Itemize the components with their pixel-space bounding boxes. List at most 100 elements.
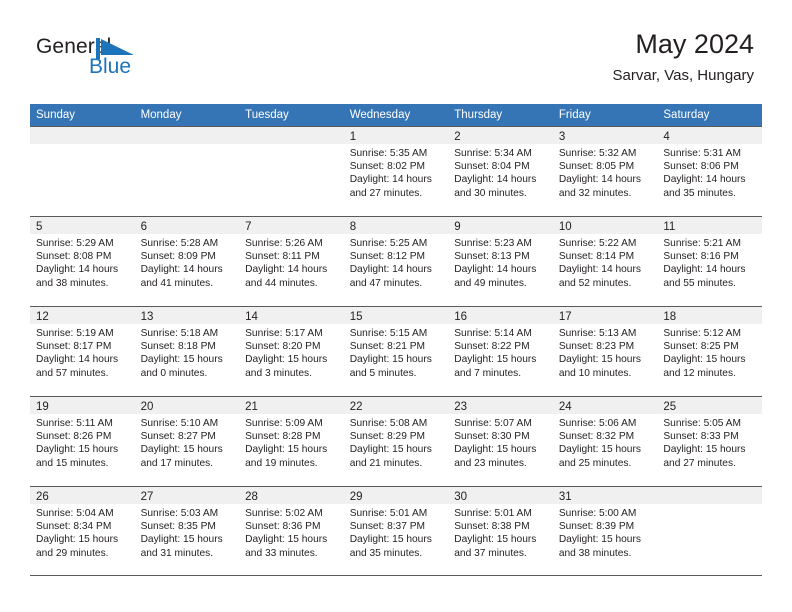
sunrise-text: Sunrise: 5:07 AM xyxy=(454,418,532,429)
day-number-band: 1 xyxy=(343,127,449,144)
day-info: Sunrise: 5:34 AM Sunset: 8:04 PM Dayligh… xyxy=(448,144,553,200)
day-cell[interactable]: 6 Sunrise: 5:28 AM Sunset: 8:09 PM Dayli… xyxy=(134,217,240,306)
day-number-band: 4 xyxy=(657,127,762,144)
day-cell[interactable]: 3 Sunrise: 5:32 AM Sunset: 8:05 PM Dayli… xyxy=(552,127,658,216)
sunrise-text: Sunrise: 5:28 AM xyxy=(140,238,219,249)
daylight-text-line2: and 10 minutes. xyxy=(558,367,632,379)
day-cell[interactable]: 8 Sunrise: 5:25 AM Sunset: 8:12 PM Dayli… xyxy=(343,217,449,306)
day-number-band: 17 xyxy=(552,307,658,324)
day-cell[interactable]: 4 Sunrise: 5:31 AM Sunset: 8:06 PM Dayli… xyxy=(657,127,762,216)
title-block: May 2024 Sarvar, Vas, Hungary xyxy=(613,28,754,86)
day-info: Sunrise: 5:05 AM Sunset: 8:33 PM Dayligh… xyxy=(657,414,762,470)
day-number: 18 xyxy=(663,311,677,323)
sunset-text: Sunset: 8:38 PM xyxy=(454,521,530,533)
sunrise-text: Sunrise: 5:01 AM xyxy=(349,508,428,519)
sunrise-text: Sunrise: 5:15 AM xyxy=(349,328,428,339)
day-cell[interactable]: 13 Sunrise: 5:18 AM Sunset: 8:18 PM Dayl… xyxy=(134,307,240,396)
day-cell[interactable]: 15 Sunrise: 5:15 AM Sunset: 8:21 PM Dayl… xyxy=(343,307,449,396)
day-cell[interactable]: 5 Sunrise: 5:29 AM Sunset: 8:08 PM Dayli… xyxy=(30,217,135,306)
sunset-text: Sunset: 8:08 PM xyxy=(36,251,112,263)
day-cell[interactable]: 30 Sunrise: 5:01 AM Sunset: 8:38 PM Dayl… xyxy=(448,487,553,575)
day-info: Sunrise: 5:10 AM Sunset: 8:27 PM Dayligh… xyxy=(135,414,240,470)
daylight-text-line1: Daylight: 15 hours xyxy=(558,534,641,546)
sunset-text: Sunset: 8:29 PM xyxy=(349,431,426,443)
day-cell[interactable]: 20 Sunrise: 5:10 AM Sunset: 8:27 PM Dayl… xyxy=(134,397,240,486)
daylight-text-line1: Daylight: 15 hours xyxy=(245,444,328,456)
day-info: Sunrise: 5:00 AM Sunset: 8:39 PM Dayligh… xyxy=(553,504,658,560)
day-cell[interactable] xyxy=(657,487,762,575)
day-number: 19 xyxy=(36,401,49,413)
day-cell[interactable]: 27 Sunrise: 5:03 AM Sunset: 8:35 PM Dayl… xyxy=(134,487,240,575)
day-cell[interactable]: 10 Sunrise: 5:22 AM Sunset: 8:14 PM Dayl… xyxy=(552,217,658,306)
day-cell[interactable]: 19 Sunrise: 5:11 AM Sunset: 8:26 PM Dayl… xyxy=(30,397,135,486)
day-cell[interactable]: 9 Sunrise: 5:23 AM Sunset: 8:13 PM Dayli… xyxy=(448,217,553,306)
daylight-text-line2: and 23 minutes. xyxy=(454,457,527,469)
day-cell[interactable]: 21 Sunrise: 5:09 AM Sunset: 8:28 PM Dayl… xyxy=(239,397,344,486)
day-cell[interactable]: 29 Sunrise: 5:01 AM Sunset: 8:37 PM Dayl… xyxy=(343,487,449,575)
sunrise-text: Sunrise: 5:35 AM xyxy=(349,148,428,159)
day-cell[interactable] xyxy=(30,127,135,216)
sunset-text: Sunset: 8:12 PM xyxy=(349,251,426,263)
day-cell[interactable]: 14 Sunrise: 5:17 AM Sunset: 8:20 PM Dayl… xyxy=(239,307,344,396)
sunrise-text: Sunrise: 5:18 AM xyxy=(140,328,219,339)
day-number-band: 29 xyxy=(343,487,449,504)
weekday-header-tuesday: Tuesday xyxy=(245,109,289,121)
day-cell[interactable]: 24 Sunrise: 5:06 AM Sunset: 8:32 PM Dayl… xyxy=(552,397,658,486)
day-cell[interactable]: 28 Sunrise: 5:02 AM Sunset: 8:36 PM Dayl… xyxy=(239,487,344,575)
day-cell[interactable]: 31 Sunrise: 5:00 AM Sunset: 8:39 PM Dayl… xyxy=(552,487,658,575)
day-cell[interactable]: 16 Sunrise: 5:14 AM Sunset: 8:22 PM Dayl… xyxy=(448,307,553,396)
sunset-text: Sunset: 8:23 PM xyxy=(558,341,635,353)
day-info: Sunrise: 5:31 AM Sunset: 8:06 PM Dayligh… xyxy=(657,144,762,200)
day-cell[interactable]: 22 Sunrise: 5:08 AM Sunset: 8:29 PM Dayl… xyxy=(343,397,449,486)
daylight-text-line2: and 44 minutes. xyxy=(245,277,318,289)
sunrise-text: Sunrise: 5:29 AM xyxy=(36,238,114,249)
day-cell[interactable]: 25 Sunrise: 5:05 AM Sunset: 8:33 PM Dayl… xyxy=(657,397,762,486)
day-cell[interactable]: 26 Sunrise: 5:04 AM Sunset: 8:34 PM Dayl… xyxy=(30,487,135,575)
sunset-text: Sunset: 8:32 PM xyxy=(558,431,635,443)
day-number-band: 28 xyxy=(239,487,344,504)
day-number: 27 xyxy=(140,491,154,503)
day-cell[interactable]: 2 Sunrise: 5:34 AM Sunset: 8:04 PM Dayli… xyxy=(448,127,553,216)
daylight-text-line2: and 35 minutes. xyxy=(663,187,736,199)
week-row: 12 Sunrise: 5:19 AM Sunset: 8:17 PM Dayl… xyxy=(30,306,762,396)
day-number: 26 xyxy=(36,491,49,503)
weekday-header-thursday: Thursday xyxy=(454,109,503,121)
day-number-band: 30 xyxy=(448,487,553,504)
day-info: Sunrise: 5:14 AM Sunset: 8:22 PM Dayligh… xyxy=(448,324,553,380)
day-cell[interactable]: 12 Sunrise: 5:19 AM Sunset: 8:17 PM Dayl… xyxy=(30,307,135,396)
daylight-text-line2: and 25 minutes. xyxy=(558,457,632,469)
daylight-text-line1: Daylight: 14 hours xyxy=(140,264,223,276)
day-cell[interactable]: 23 Sunrise: 5:07 AM Sunset: 8:30 PM Dayl… xyxy=(448,397,553,486)
brand-logo[interactable]: General Blue xyxy=(36,36,186,86)
day-info: Sunrise: 5:35 AM Sunset: 8:02 PM Dayligh… xyxy=(344,144,449,200)
day-info: Sunrise: 5:13 AM Sunset: 8:23 PM Dayligh… xyxy=(553,324,658,380)
day-cell[interactable] xyxy=(134,127,240,216)
sunrise-text: Sunrise: 5:02 AM xyxy=(245,508,323,519)
daylight-text-line2: and 29 minutes. xyxy=(36,547,109,559)
sunrise-text: Sunrise: 5:31 AM xyxy=(663,148,741,159)
day-number-band: 26 xyxy=(30,487,135,504)
daylight-text-line2: and 7 minutes. xyxy=(454,367,522,379)
day-cell[interactable]: 18 Sunrise: 5:12 AM Sunset: 8:25 PM Dayl… xyxy=(657,307,762,396)
weekday-header-saturday: Saturday xyxy=(663,109,710,121)
day-cell[interactable]: 1 Sunrise: 5:35 AM Sunset: 8:02 PM Dayli… xyxy=(343,127,449,216)
day-cell[interactable]: 17 Sunrise: 5:13 AM Sunset: 8:23 PM Dayl… xyxy=(552,307,658,396)
day-cell[interactable]: 7 Sunrise: 5:26 AM Sunset: 8:11 PM Dayli… xyxy=(239,217,344,306)
day-number-band: 22 xyxy=(343,397,449,414)
day-cell[interactable]: 11 Sunrise: 5:21 AM Sunset: 8:16 PM Dayl… xyxy=(657,217,762,306)
day-cell[interactable] xyxy=(239,127,344,216)
day-number-band: 5 xyxy=(30,217,135,234)
daylight-text-line1: Daylight: 14 hours xyxy=(454,264,537,276)
sunset-text: Sunset: 8:02 PM xyxy=(349,161,426,173)
day-info: Sunrise: 5:21 AM Sunset: 8:16 PM Dayligh… xyxy=(657,234,762,290)
sunrise-text: Sunrise: 5:25 AM xyxy=(349,238,428,249)
page-subtitle: Sarvar, Vas, Hungary xyxy=(612,67,754,84)
week-row: 5 Sunrise: 5:29 AM Sunset: 8:08 PM Dayli… xyxy=(30,216,762,306)
day-number: 22 xyxy=(349,401,363,413)
weekday-header-friday: Friday xyxy=(558,109,591,121)
day-info: Sunrise: 5:01 AM Sunset: 8:37 PM Dayligh… xyxy=(344,504,449,560)
sunset-text: Sunset: 8:35 PM xyxy=(140,521,216,533)
daylight-text-line1: Daylight: 15 hours xyxy=(349,444,432,456)
daylight-text-line1: Daylight: 15 hours xyxy=(663,354,746,366)
day-number: 8 xyxy=(349,221,357,233)
